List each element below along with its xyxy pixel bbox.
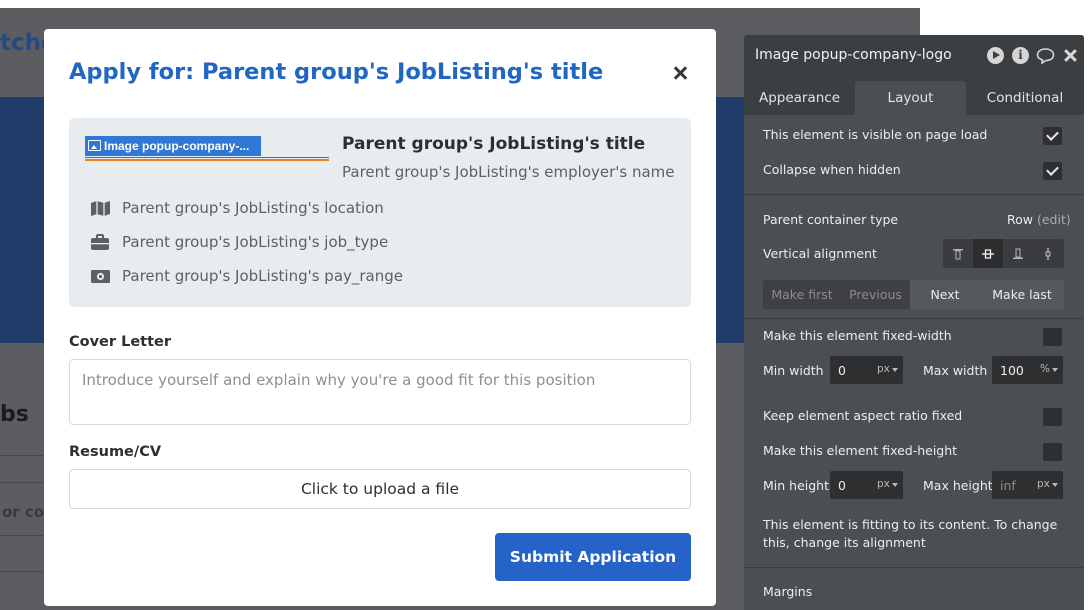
container-type-edit-link[interactable]: (edit) — [1037, 212, 1071, 227]
pay-range-text: Parent group's JobListing's pay_range — [122, 267, 404, 285]
tab-appearance[interactable]: Appearance — [744, 81, 855, 115]
briefcase-icon — [89, 233, 111, 251]
max-height-unit-select[interactable]: px — [1037, 478, 1058, 490]
company-logo-element-tag[interactable]: Image popup-company-... — [85, 136, 261, 156]
cover-letter-input[interactable] — [69, 359, 691, 425]
submit-application-button[interactable]: Submit Application — [495, 533, 691, 581]
selection-outline — [85, 157, 329, 158]
align-center-icon[interactable] — [973, 239, 1003, 268]
fit-content-note: This element is fitting to its content. … — [763, 517, 1058, 550]
employer-name: Parent group's JobListing's employer's n… — [342, 163, 675, 181]
align-top-icon[interactable] — [943, 239, 973, 268]
align-distribute-icon[interactable] — [1033, 239, 1063, 268]
logo-tag-label: Image popup-company-... — [104, 139, 250, 153]
previous-button[interactable]: Previous — [841, 280, 910, 309]
job-summary-card: Image popup-company-... Parent group's J… — [69, 118, 691, 307]
background-divider — [0, 571, 44, 572]
job-title: Parent group's JobListing's title — [342, 134, 646, 154]
image-icon — [88, 140, 101, 151]
container-type-value: Row (edit) — [1007, 212, 1071, 227]
vertical-alignment-selector — [943, 239, 1064, 268]
max-width-unit-select[interactable]: % — [1040, 363, 1058, 375]
job-location-text: Parent group's JobListing's location — [122, 199, 384, 217]
job-type-row: Parent group's JobListing's job_type — [89, 231, 388, 253]
cover-letter-label: Cover Letter — [69, 334, 172, 350]
panel-tabs: Appearance Layout Conditional — [744, 77, 1084, 115]
collapse-hidden-label: Collapse when hidden — [763, 162, 901, 177]
visible-on-load-label: This element is visible on page load — [763, 127, 988, 142]
max-width-value: 100 — [1000, 363, 1024, 378]
min-width-input[interactable]: 0 px — [830, 356, 903, 384]
max-height-value: inf — [1000, 478, 1016, 493]
comment-icon[interactable] — [1036, 47, 1055, 65]
next-button[interactable]: Next — [910, 280, 980, 309]
pay-range-row: Parent group's JobListing's pay_range — [89, 265, 403, 287]
fixed-height-checkbox[interactable] — [1043, 443, 1062, 461]
selection-outline — [85, 159, 329, 161]
fixed-height-label: Make this element fixed-height — [763, 443, 958, 458]
section-divider — [744, 318, 1084, 319]
min-height-input[interactable]: 0 px — [830, 471, 903, 499]
container-type-label: Parent container type — [763, 212, 899, 227]
element-order-controls: Make first Previous Next Make last — [763, 280, 1064, 309]
min-width-value: 0 — [838, 363, 846, 378]
map-icon — [89, 199, 111, 217]
min-width-label: Min width — [763, 363, 824, 378]
close-icon[interactable] — [672, 64, 690, 82]
panel-header: Image popup-company-logo i — [744, 35, 1084, 77]
aspect-ratio-checkbox[interactable] — [1043, 408, 1062, 426]
max-height-input[interactable]: inf px — [992, 471, 1063, 499]
job-location-row: Parent group's JobListing's location — [89, 197, 384, 219]
visible-on-load-checkbox[interactable] — [1043, 127, 1062, 145]
panel-title: Image popup-company-logo — [755, 47, 952, 63]
section-divider — [744, 567, 1084, 568]
max-width-label: Max width — [923, 363, 988, 378]
money-icon — [89, 267, 111, 285]
min-width-unit-select[interactable]: px — [877, 363, 898, 375]
min-height-value: 0 — [838, 478, 846, 493]
resume-label: Resume/CV — [69, 444, 162, 460]
tab-layout[interactable]: Layout — [855, 81, 966, 115]
align-bottom-icon[interactable] — [1003, 239, 1033, 268]
vertical-alignment-label: Vertical alignment — [763, 246, 877, 261]
close-panel-icon[interactable] — [1062, 47, 1079, 64]
section-divider — [744, 194, 1084, 195]
modal-title: Apply for: Parent group's JobListing's t… — [69, 59, 604, 85]
apply-modal: Apply for: Parent group's JobListing's t… — [44, 29, 716, 606]
fixed-width-checkbox[interactable] — [1043, 328, 1062, 346]
fixed-width-label: Make this element fixed-width — [763, 328, 952, 343]
background-divider — [0, 482, 44, 483]
max-width-input[interactable]: 100 % — [992, 356, 1063, 384]
min-height-unit-select[interactable]: px — [877, 478, 898, 490]
make-last-button[interactable]: Make last — [980, 280, 1064, 309]
make-first-button[interactable]: Make first — [763, 280, 841, 309]
background-divider — [0, 535, 44, 536]
aspect-ratio-label: Keep element aspect ratio fixed — [763, 408, 963, 423]
container-type-name: Row — [1007, 212, 1033, 227]
play-icon[interactable] — [987, 47, 1004, 64]
margins-label: Margins — [763, 584, 813, 599]
tab-conditional[interactable]: Conditional — [966, 81, 1084, 115]
background-section-fragment: bs — [0, 402, 29, 427]
job-type-text: Parent group's JobListing's job_type — [122, 233, 389, 251]
collapse-hidden-checkbox[interactable] — [1043, 162, 1062, 180]
background-divider — [0, 455, 44, 456]
background-search-fragment: or co — [2, 503, 45, 521]
property-editor-panel: Image popup-company-logo i Appearance La… — [744, 35, 1084, 610]
info-icon[interactable]: i — [1012, 47, 1029, 64]
max-height-label: Max height — [923, 478, 993, 493]
min-height-label: Min height — [763, 478, 829, 493]
upload-file-button[interactable]: Click to upload a file — [69, 469, 691, 509]
